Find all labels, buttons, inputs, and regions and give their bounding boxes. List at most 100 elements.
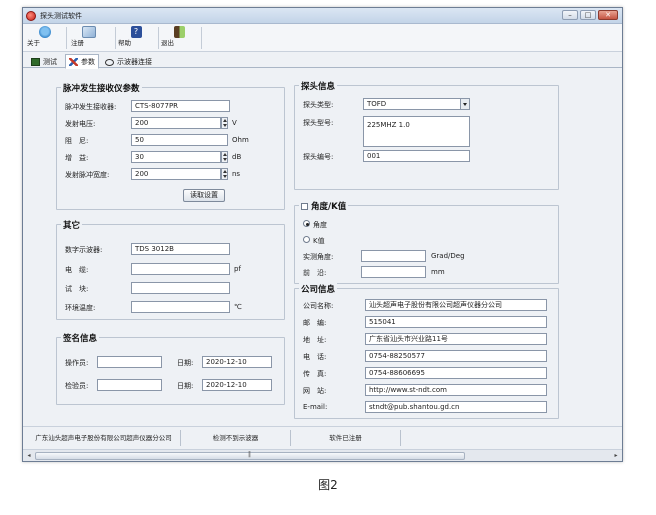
angle-radio[interactable] xyxy=(303,220,310,227)
checker-field[interactable] xyxy=(97,379,162,391)
damping-label: 阻 尼: xyxy=(65,137,89,145)
dropdown-arrow-icon[interactable] xyxy=(460,99,469,109)
params-panel: 脉冲发生接收仪参数 脉冲发生接收器: CTS-8077PR 发射电压: 200 … xyxy=(23,69,622,425)
gain-label: 增 益: xyxy=(65,154,89,162)
tab-params[interactable]: 参数 xyxy=(65,54,99,69)
gain-field[interactable]: 30 xyxy=(131,151,221,163)
operator-label: 操作员: xyxy=(65,359,89,367)
probe-serial-label: 探头编号: xyxy=(303,153,334,161)
tab-bar: 测试 参数 示波器连接 xyxy=(23,53,622,69)
horizontal-scrollbar[interactable]: ◂ ‖ ▸ xyxy=(23,449,622,461)
scroll-thumb[interactable]: ‖ xyxy=(35,451,465,460)
measured-angle-field[interactable] xyxy=(361,250,426,262)
fax-label: 传 真: xyxy=(303,370,327,378)
date-label-2: 日期: xyxy=(177,382,194,390)
company-group-title: 公司信息 xyxy=(299,283,338,295)
voltage-label: 发射电压: xyxy=(65,120,96,128)
scroll-right-icon[interactable]: ▸ xyxy=(612,452,620,460)
pulser-group: 脉冲发生接收仪参数 脉冲发生接收器: CTS-8077PR 发射电压: 200 … xyxy=(56,82,285,210)
tab-test[interactable]: 测试 xyxy=(27,55,61,68)
k-value-radio[interactable] xyxy=(303,236,310,243)
pulse-width-spinner[interactable] xyxy=(221,168,228,180)
probe-model-label: 探头型号: xyxy=(303,119,334,127)
pulse-width-field[interactable]: 200 xyxy=(131,168,221,180)
temperature-label: 环境温度: xyxy=(65,304,96,312)
date-field-1[interactable]: 2020-12-10 xyxy=(202,356,272,368)
checker-label: 检验员: xyxy=(65,382,89,390)
cable-label: 电 缆: xyxy=(65,266,89,274)
other-group-title: 其它 xyxy=(61,219,83,231)
address-label: 地 址: xyxy=(303,336,327,344)
status-bar: 广东汕头超声电子股份有限公司超声仪器分公司 检测不到示波器 软件已注册 xyxy=(23,426,622,448)
about-button[interactable]: 关于 xyxy=(27,25,63,51)
date-field-2[interactable]: 2020-12-10 xyxy=(202,379,272,391)
temperature-field[interactable] xyxy=(131,301,230,313)
gain-spinner[interactable] xyxy=(221,151,228,163)
voltage-field[interactable]: 200 xyxy=(131,117,221,129)
test-block-label: 试 块: xyxy=(65,285,89,293)
oscilloscope-field[interactable]: TDS 3012B xyxy=(131,243,230,255)
pulser-model-field[interactable]: CTS-8077PR xyxy=(131,100,230,112)
app-window: 探头测试软件 – □ ✕ 关于 注册 ? 帮助 退出 测试 参数 示波器连接 脉… xyxy=(22,7,623,462)
email-label: E-mail: xyxy=(303,403,328,411)
register-button[interactable]: 注册 xyxy=(71,25,107,51)
exit-icon xyxy=(173,26,185,38)
probe-serial-field[interactable]: 001 xyxy=(363,150,470,162)
angle-group-title: 角度/K值 xyxy=(299,200,349,212)
register-icon xyxy=(82,26,96,38)
cable-field[interactable] xyxy=(131,263,230,275)
pulser-group-title: 脉冲发生接收仪参数 xyxy=(61,82,142,94)
email-field[interactable]: stndt@pub.shantou.gd.cn xyxy=(365,401,547,413)
website-label: 网 站: xyxy=(303,387,327,395)
phone-field[interactable]: 0754-88250577 xyxy=(365,350,547,362)
front-edge-field[interactable] xyxy=(361,266,426,278)
website-field[interactable]: http://www.st-ndt.com xyxy=(365,384,547,396)
probe-type-value: TOFD xyxy=(367,100,387,108)
fax-field[interactable]: 0754-88606695 xyxy=(365,367,547,379)
operator-field[interactable] xyxy=(97,356,162,368)
probe-group-title: 探头信息 xyxy=(299,80,338,92)
sign-group-title: 签名信息 xyxy=(61,332,100,344)
voltage-unit: V xyxy=(232,119,237,127)
damping-unit: Ohm xyxy=(232,136,249,144)
status-company: 广东汕头超声电子股份有限公司超声仪器分公司 xyxy=(27,430,181,446)
test-icon xyxy=(31,58,40,66)
company-group: 公司信息 公司名称: 汕头超声电子股份有限公司超声仪器分公司 邮 编: 5150… xyxy=(294,283,559,419)
address-field[interactable]: 广东省汕头市兴业路11号 xyxy=(365,333,547,345)
damping-field[interactable]: 50 xyxy=(131,134,228,146)
oscilloscope-label: 数字示波器: xyxy=(65,246,103,254)
front-edge-unit: mm xyxy=(431,268,445,276)
angle-group: 角度/K值 角度 K值 实测角度: Grad/Deg 前 沿: mm xyxy=(294,200,559,284)
close-button[interactable]: ✕ xyxy=(598,10,618,20)
toolbar: 关于 注册 ? 帮助 退出 xyxy=(23,24,622,52)
other-group: 其它 数字示波器: TDS 3012B 电 缆: pf 试 块: 环境温度: ℃ xyxy=(56,219,285,320)
help-button[interactable]: ? 帮助 xyxy=(118,25,154,51)
tab-scope-link[interactable]: 示波器连接 xyxy=(101,55,156,68)
status-oscilloscope: 检测不到示波器 xyxy=(181,430,291,446)
postcode-field[interactable]: 515041 xyxy=(365,316,547,328)
front-edge-label: 前 沿: xyxy=(303,269,327,277)
scroll-left-icon[interactable]: ◂ xyxy=(25,452,33,460)
probe-type-select[interactable]: TOFD xyxy=(363,98,470,110)
probe-model-field[interactable]: 225MHZ 1.0 xyxy=(363,116,470,147)
about-icon xyxy=(39,26,51,38)
minimize-button[interactable]: – xyxy=(562,10,578,20)
help-icon: ? xyxy=(130,26,142,38)
gain-unit: dB xyxy=(232,153,242,161)
measured-angle-unit: Grad/Deg xyxy=(431,252,465,260)
phone-label: 电 话: xyxy=(303,353,327,361)
title-bar: 探头测试软件 – □ ✕ xyxy=(23,8,622,24)
figure-caption: 图2 xyxy=(318,478,338,492)
exit-button[interactable]: 退出 xyxy=(161,25,197,51)
temperature-unit: ℃ xyxy=(234,303,242,311)
angle-enable-checkbox[interactable] xyxy=(301,202,308,210)
read-settings-button[interactable]: 读取设置 xyxy=(183,189,225,202)
company-name-field[interactable]: 汕头超声电子股份有限公司超声仪器分公司 xyxy=(365,299,547,311)
maximize-button[interactable]: □ xyxy=(580,10,596,20)
angle-radio-label: 角度 xyxy=(313,221,327,229)
k-value-radio-label: K值 xyxy=(313,237,325,245)
probe-group: 探头信息 探头类型: TOFD 探头型号: 225MHZ 1.0 探头编号: 0… xyxy=(294,80,559,190)
voltage-spinner[interactable] xyxy=(221,117,228,129)
cable-unit: pf xyxy=(234,265,241,273)
test-block-field[interactable] xyxy=(131,282,230,294)
